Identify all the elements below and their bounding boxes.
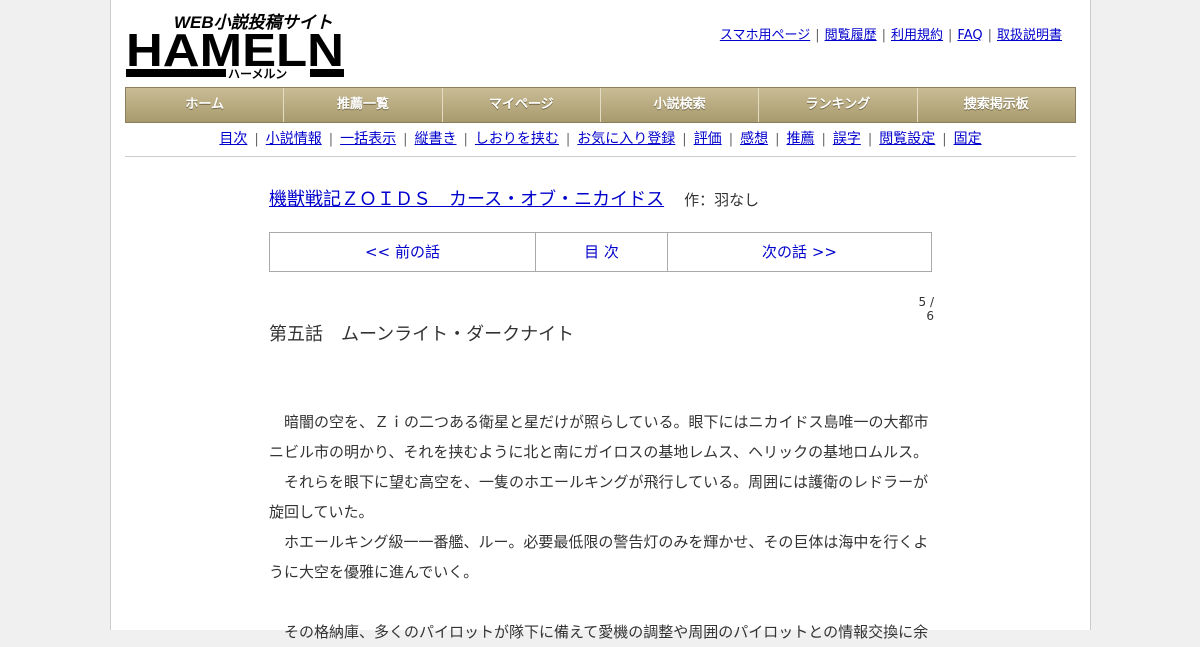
story-body: 暗闇の空を、Ｚｉの二つある衛星と星だけが照らしている。眼下にはニカイドス島唯一の… <box>269 407 934 647</box>
smartphone-page-link[interactable]: スマホ用ページ <box>720 28 810 43</box>
nav-home[interactable]: ホーム <box>126 88 285 122</box>
separator: | <box>821 132 826 147</box>
separator: | <box>728 132 734 147</box>
separator: | <box>948 28 953 43</box>
page-number: 5 / 6 <box>918 295 935 323</box>
subnav-recommend[interactable]: 推薦 <box>786 131 814 147</box>
svg-text:ハーメルン: ハーメルン <box>228 67 287 80</box>
nav-mypage[interactable]: マイページ <box>443 88 601 122</box>
episode-pager: << 前の話 目 次 次の話 >> <box>269 232 932 272</box>
history-link[interactable]: 閲覧履歴 <box>825 28 877 43</box>
hameln-logo[interactable]: WEB小説投稿サイト HAMELN ハーメルン <box>126 10 346 80</box>
subnav-fixed[interactable]: 固定 <box>954 131 982 147</box>
subnav-typo[interactable]: 誤字 <box>833 131 861 147</box>
separator: | <box>942 132 947 147</box>
subnav-favorite[interactable]: お気に入り登録 <box>577 131 675 147</box>
page-container: WEB小説投稿サイト HAMELN ハーメルン スマホ用ページ | 閲覧履歴 | 利用規… <box>110 0 1091 641</box>
nav-ranking[interactable]: ランキング <box>759 88 918 122</box>
nav-recommendations[interactable]: 推薦一覧 <box>284 88 443 122</box>
separator: | <box>403 132 408 147</box>
separator: | <box>682 132 687 147</box>
separator: | <box>254 132 259 147</box>
faq-link[interactable]: FAQ <box>957 28 982 43</box>
separator: | <box>987 28 992 43</box>
top-links: スマホ用ページ | 閲覧履歴 | 利用規約 | FAQ | 取扱説明書 <box>720 24 1062 43</box>
subnav-bookmark[interactable]: しおりを挟む <box>475 131 559 147</box>
prev-episode-link[interactable]: << 前の話 <box>270 233 536 271</box>
separator: | <box>815 28 820 43</box>
subnav-rating[interactable]: 評価 <box>694 131 722 147</box>
author-label: 作：羽なし <box>684 191 760 209</box>
chapter-title: 第五話 ムーンライト・ダークナイト <box>269 324 575 345</box>
subnav-vertical[interactable]: 縦書き <box>415 131 457 147</box>
story-paragraph: それらを眼下に望む高空を、一隻のホエールキングが飛行している。周囲には護衛のレド… <box>269 473 929 521</box>
separator: | <box>881 28 886 43</box>
main-nav: ホーム 推薦一覧 マイページ 小説検索 ランキング 捜索掲示板 <box>125 87 1076 123</box>
subnav-review[interactable]: 感想 <box>740 131 768 147</box>
subnav-novel-info[interactable]: 小説情報 <box>266 131 322 147</box>
separator: | <box>565 132 571 147</box>
novel-sub-nav: 目次 | 小説情報 | 一括表示 | 縦書き | しおりを挟む | お気に入り登録 | 評価 | 感想 | 推薦… <box>125 128 1076 157</box>
nav-search-board[interactable]: 捜索掲示板 <box>918 88 1075 122</box>
story-paragraph: その格納庫、多くのパイロットが隊下に備えて愛機の調整や周囲のパイロットとの情報交… <box>269 623 929 641</box>
next-episode-link[interactable]: 次の話 >> <box>668 233 931 271</box>
nav-novel-search[interactable]: 小説検索 <box>601 88 760 122</box>
novel-title-link[interactable]: 機獣戦記ＺＯＩＤＳ カース・オブ・ニカイドス <box>269 189 664 210</box>
novel-header: 機獣戦記ＺＯＩＤＳ カース・オブ・ニカイドス 作：羽なし <box>269 185 759 211</box>
subnav-toc[interactable]: 目次 <box>219 131 247 147</box>
subnav-view-settings[interactable]: 閲覧設定 <box>879 131 935 147</box>
story-paragraph: 暗闇の空を、Ｚｉの二つある衛星と星だけが照らしている。眼下にはニカイドス島唯一の… <box>269 413 929 461</box>
separator: | <box>867 132 873 147</box>
separator: | <box>328 132 334 147</box>
toc-link[interactable]: 目 次 <box>536 233 668 271</box>
separator: | <box>775 132 780 147</box>
subnav-all-display[interactable]: 一括表示 <box>340 131 396 147</box>
manual-link[interactable]: 取扱説明書 <box>997 28 1062 43</box>
terms-link[interactable]: 利用規約 <box>891 28 943 43</box>
separator: | <box>463 132 468 147</box>
story-paragraph: ホエールキング級一一番艦、ルー。必要最低限の警告灯のみを輝かせ、その巨体は海中を… <box>269 533 929 581</box>
